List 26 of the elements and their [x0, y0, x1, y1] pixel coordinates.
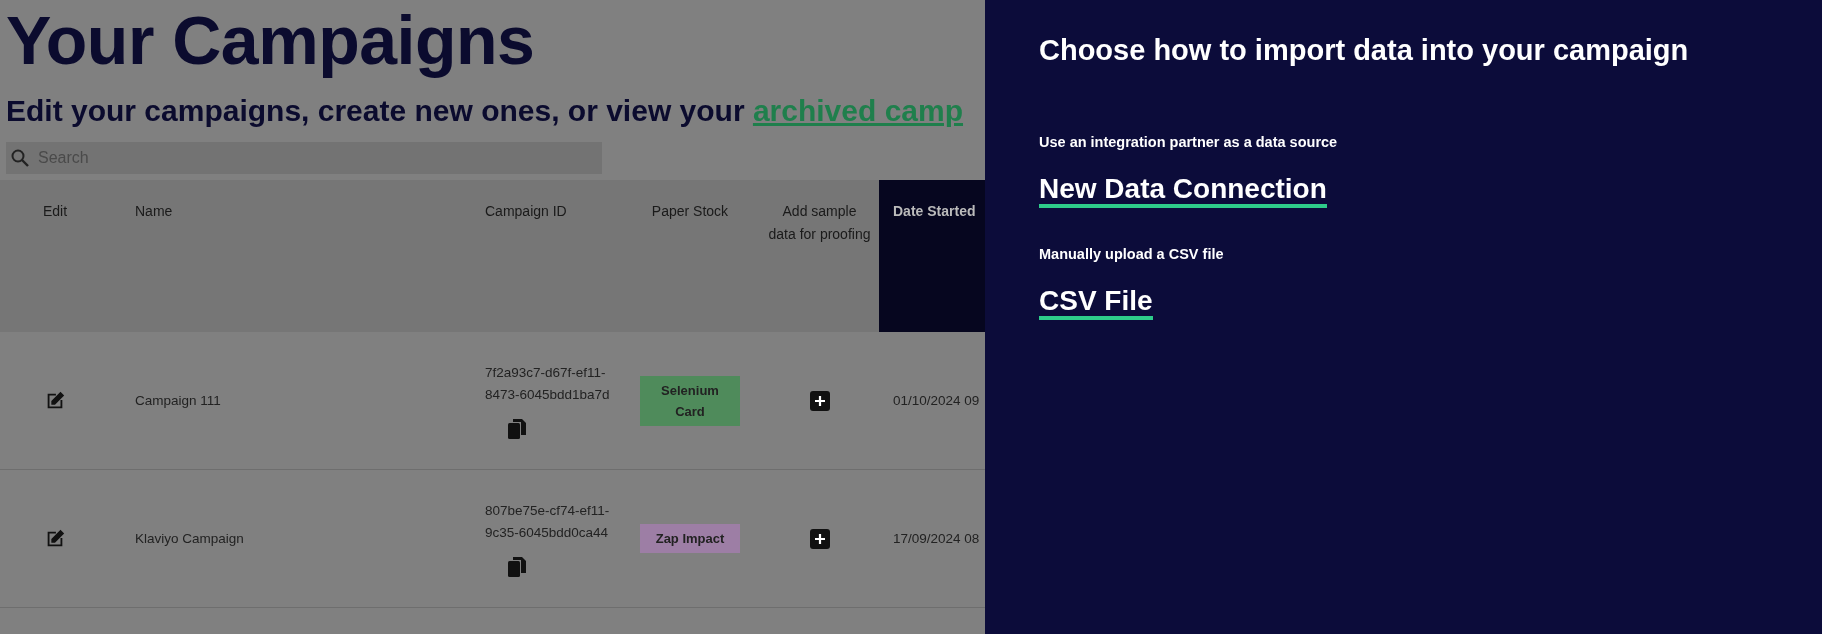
column-header[interactable]: Edit — [0, 180, 110, 332]
import-option-link[interactable]: New Data Connection — [1039, 174, 1327, 208]
page-subtitle: Edit your campaigns, create new ones, or view your archived camp — [6, 93, 964, 129]
page-title: Your Campaigns — [5, 1, 536, 80]
name-cell-text: Campaign 111 — [135, 393, 222, 408]
campaign-id: 7f2a93c7-d67f-ef11-8473-6045bdd1ba7d — [485, 363, 611, 404]
date-cell-text: 17/09/2024 08 — [892, 531, 981, 546]
search-icon — [10, 148, 30, 168]
paper-stock-tag: Selenium Card — [640, 375, 740, 426]
copy-icon[interactable] — [507, 417, 527, 440]
panel-title: Choose how to import data into your campaign — [1039, 33, 1690, 68]
copy-icon[interactable] — [507, 555, 527, 578]
add-icon[interactable] — [809, 528, 830, 549]
date-cell-text: 01/10/2024 09 — [892, 393, 981, 408]
option-description: Manually upload a CSV file — [1039, 246, 1225, 262]
column-header[interactable]: Name — [110, 180, 460, 332]
column-header[interactable]: Date Started — [879, 180, 985, 332]
import-option-link[interactable]: CSV File — [1039, 286, 1153, 320]
column-header[interactable]: Campaign ID — [460, 180, 620, 332]
campaign-id: 807be75e-cf74-ef11-9c35-6045bdd0ca44 — [485, 501, 611, 542]
column-header[interactable]: Paper Stock — [620, 180, 760, 332]
column-header[interactable]: Add sample data for proofing — [760, 180, 879, 332]
paper-stock-tag: Zap Impact — [640, 524, 740, 553]
name-cell-text: Klaviyo Campaign — [135, 531, 245, 546]
option-description: Use an integration partner as a data source — [1039, 134, 1339, 150]
add-icon[interactable] — [809, 390, 830, 411]
